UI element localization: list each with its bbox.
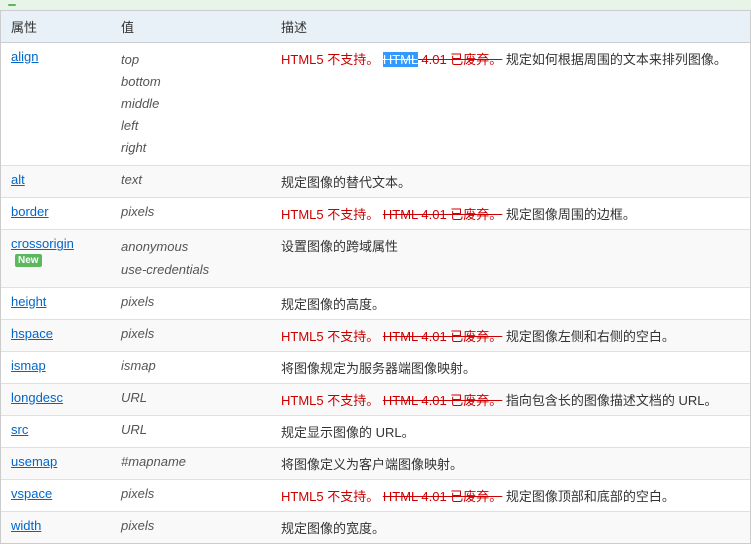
- prop-cell[interactable]: align: [1, 43, 111, 166]
- table-row: vspacepixelsHTML5 不支持。 HTML 4.01 已废弃。 规定…: [1, 479, 750, 511]
- val-cell: URL: [111, 415, 271, 447]
- table-container: 属性 值 描述 align top bottom middle left right HTM…: [0, 11, 751, 544]
- table-row: align top bottom middle left right HTML5 不支持。 …: [1, 43, 750, 166]
- prop-cell[interactable]: src: [1, 415, 111, 447]
- prop-cell[interactable]: border: [1, 198, 111, 230]
- html4-deprecated-label: HTML 4.01 已废弃。: [383, 329, 502, 344]
- html5-not-supported-label: HTML5 不支持。: [281, 393, 379, 408]
- val-item: left: [121, 118, 138, 133]
- table-row: crossorigin New anonymous use-credentials 设置…: [1, 230, 750, 287]
- html5-not-supported-label: HTML5 不支持。: [281, 489, 379, 504]
- new-badge-top: [8, 4, 16, 6]
- table-row: usemap#mapname 将图像定义为客户端图像映射。: [1, 447, 750, 479]
- html5-not-supported-label: HTML5 不支持。: [281, 329, 379, 344]
- val-cell: URL: [111, 383, 271, 415]
- desc-cell: 将图像定义为客户端图像映射。: [271, 447, 750, 479]
- col-header-desc: 描述: [271, 11, 750, 43]
- table-row: ismapismap 将图像规定为服务器端图像映射。: [1, 351, 750, 383]
- desc-cell: HTML5 不支持。 HTML 4.01 已废弃。 规定图像左侧和右侧的空白。: [271, 319, 750, 351]
- attributes-table: 属性 值 描述 align top bottom middle left right HTM…: [1, 11, 750, 543]
- val-cell: text: [111, 166, 271, 198]
- desc-text: 规定图像的高度。: [281, 297, 385, 312]
- table-row: srcURL 规定显示图像的 URL。: [1, 415, 750, 447]
- desc-cell: 规定图像的替代文本。: [271, 166, 750, 198]
- desc-text: 设置图像的跨域属性: [281, 239, 398, 254]
- desc-text: 规定图像周围的边框。: [506, 207, 636, 222]
- val-item: top: [121, 52, 139, 67]
- top-bar: [0, 0, 751, 11]
- col-header-prop: 属性: [1, 11, 111, 43]
- html4-deprecated-label: HTML 4.01 已废弃。: [383, 393, 502, 408]
- val-cell: anonymous use-credentials: [111, 230, 271, 287]
- table-header-row: 属性 值 描述: [1, 11, 750, 43]
- html5-not-supported-label: HTML5 不支持。: [281, 52, 379, 67]
- prop-cell[interactable]: usemap: [1, 447, 111, 479]
- prop-name: crossorigin: [11, 236, 74, 251]
- table-row: borderpixelsHTML5 不支持。 HTML 4.01 已废弃。 规定…: [1, 198, 750, 230]
- desc-cell: 规定图像的高度。: [271, 287, 750, 319]
- desc-text: 规定显示图像的 URL。: [281, 425, 415, 440]
- desc-text: 指向包含长的图像描述文档的 URL。: [506, 393, 718, 408]
- desc-text: 将图像定义为客户端图像映射。: [281, 457, 463, 472]
- prop-cell[interactable]: ismap: [1, 351, 111, 383]
- html4-deprecated-label: HTML 4.01 已废弃。: [383, 489, 502, 504]
- val-cell: pixels: [111, 287, 271, 319]
- val-item: anonymous: [121, 239, 188, 254]
- desc-text: 规定图像的替代文本。: [281, 175, 411, 190]
- desc-cell: 规定图像的宽度。: [271, 511, 750, 543]
- val-cell: pixels: [111, 479, 271, 511]
- table-row: longdescURLHTML5 不支持。 HTML 4.01 已废弃。 指向包…: [1, 383, 750, 415]
- val-cell: pixels: [111, 319, 271, 351]
- html4-deprecated-label: 4.01 已废弃。: [418, 52, 503, 67]
- html5-not-supported-label: HTML5 不支持。: [281, 207, 379, 222]
- table-row: widthpixels 规定图像的宽度。: [1, 511, 750, 543]
- col-header-val: 值: [111, 11, 271, 43]
- val-cell: pixels: [111, 511, 271, 543]
- prop-cell[interactable]: alt: [1, 166, 111, 198]
- val-cell: ismap: [111, 351, 271, 383]
- val-item: middle: [121, 96, 159, 111]
- desc-cell: HTML5 不支持。 HTML 4.01 已废弃。 规定如何根据周围的文本来排列…: [271, 43, 750, 166]
- desc-cell: HTML5 不支持。 HTML 4.01 已废弃。 指向包含长的图像描述文档的 …: [271, 383, 750, 415]
- html4-deprecated-label: HTML 4.01 已废弃。: [383, 207, 502, 222]
- prop-cell[interactable]: width: [1, 511, 111, 543]
- highlighted-html-text: HTML: [383, 52, 418, 67]
- table-row: alttext 规定图像的替代文本。: [1, 166, 750, 198]
- val-item: right: [121, 140, 146, 155]
- table-row: heightpixels 规定图像的高度。: [1, 287, 750, 319]
- val-cell: top bottom middle left right: [111, 43, 271, 166]
- desc-text: 将图像规定为服务器端图像映射。: [281, 361, 476, 376]
- desc-text: 规定图像顶部和底部的空白。: [506, 489, 675, 504]
- val-cell: pixels: [111, 198, 271, 230]
- desc-cell: 规定显示图像的 URL。: [271, 415, 750, 447]
- desc-cell: HTML5 不支持。 HTML 4.01 已废弃。 规定图像顶部和底部的空白。: [271, 479, 750, 511]
- desc-cell: HTML5 不支持。 HTML 4.01 已废弃。 规定图像周围的边框。: [271, 198, 750, 230]
- new-badge: New: [15, 254, 42, 267]
- prop-cell[interactable]: crossorigin New: [1, 230, 111, 287]
- table-row: hspacepixelsHTML5 不支持。 HTML 4.01 已废弃。 规定…: [1, 319, 750, 351]
- val-item: bottom: [121, 74, 161, 89]
- desc-cell: 将图像规定为服务器端图像映射。: [271, 351, 750, 383]
- desc-cell: 设置图像的跨域属性: [271, 230, 750, 287]
- prop-cell[interactable]: longdesc: [1, 383, 111, 415]
- desc-text: 规定图像左侧和右侧的空白。: [506, 329, 675, 344]
- desc-text: 规定图像的宽度。: [281, 521, 385, 536]
- prop-cell[interactable]: vspace: [1, 479, 111, 511]
- desc-text: 规定如何根据周围的文本来排列图像。: [506, 52, 727, 67]
- val-cell: #mapname: [111, 447, 271, 479]
- prop-cell[interactable]: height: [1, 287, 111, 319]
- page-wrapper: 属性 值 描述 align top bottom middle left right HTM…: [0, 0, 751, 544]
- val-item: use-credentials: [121, 262, 209, 277]
- prop-cell[interactable]: hspace: [1, 319, 111, 351]
